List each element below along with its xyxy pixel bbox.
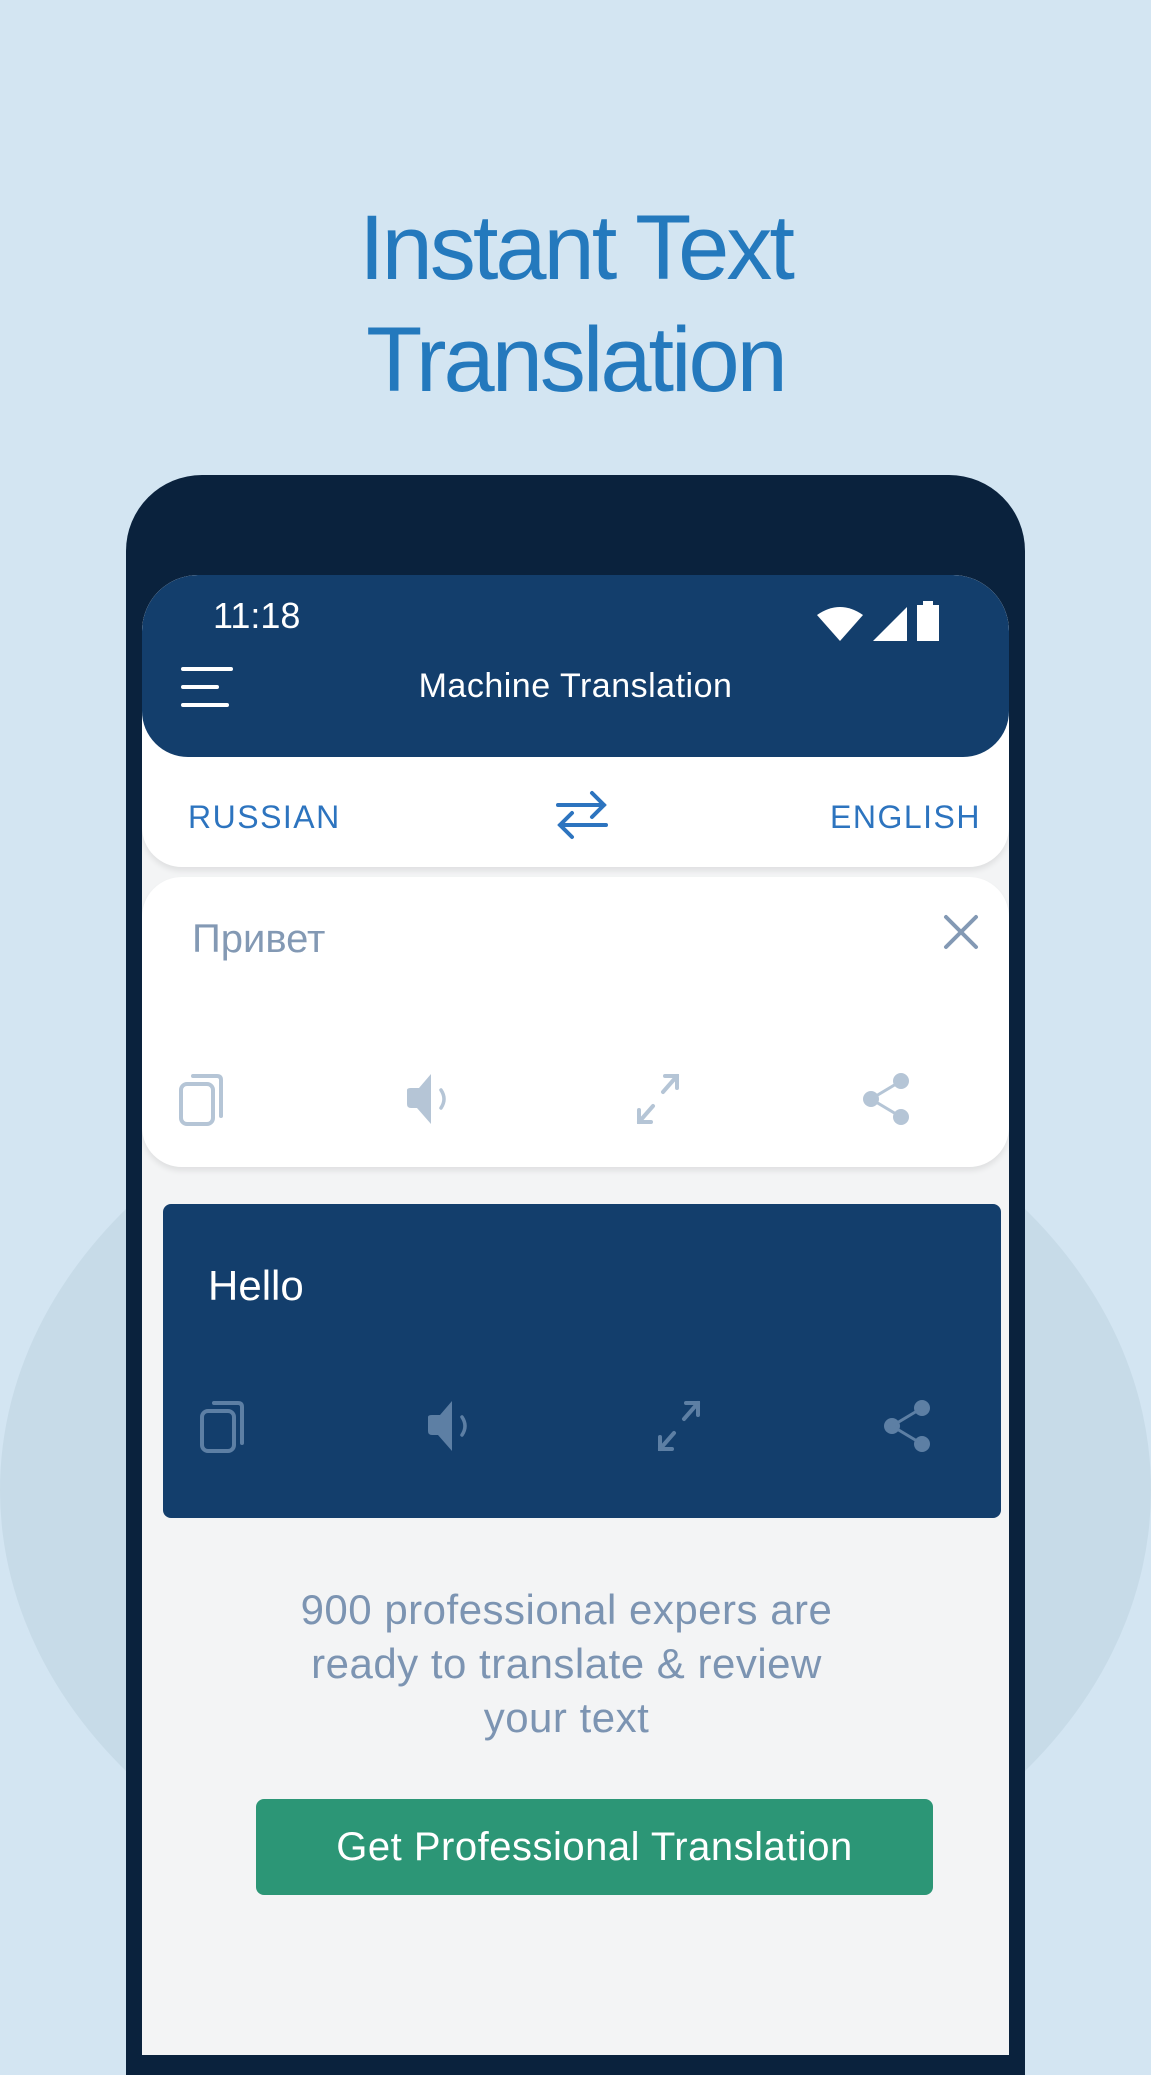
translation-output-card: Hello bbox=[163, 1204, 1001, 1518]
copy-icon bbox=[200, 1401, 244, 1453]
marketing-headline: Instant Text Translation bbox=[0, 192, 1151, 416]
headline-line-1: Instant Text bbox=[359, 196, 795, 299]
swap-arrows-icon bbox=[556, 791, 608, 839]
battery-icon bbox=[917, 601, 939, 641]
expand-output-button[interactable] bbox=[649, 1396, 709, 1456]
phone-screen: 11:18 Machine Translation RUSSIAN ENGLIS… bbox=[142, 575, 1009, 2055]
close-icon bbox=[944, 915, 978, 949]
status-time: 11:18 bbox=[213, 595, 301, 636]
expand-icon bbox=[637, 1074, 679, 1124]
output-actions bbox=[163, 1396, 1001, 1456]
speaker-icon bbox=[407, 1074, 446, 1124]
get-professional-translation-button[interactable]: Get Professional Translation bbox=[256, 1799, 933, 1895]
source-text-input[interactable]: Привет bbox=[192, 917, 325, 962]
app-bar: 11:18 Machine Translation bbox=[142, 575, 1009, 757]
promo-line-3: your text bbox=[483, 1694, 650, 1741]
clear-input-button[interactable] bbox=[941, 912, 981, 952]
signal-icon bbox=[873, 607, 907, 641]
promo-line-2: ready to translate & review bbox=[311, 1640, 822, 1687]
wifi-icon bbox=[817, 607, 863, 641]
translated-text: Hello bbox=[208, 1262, 304, 1309]
expand-icon bbox=[658, 1401, 700, 1451]
speaker-icon bbox=[428, 1401, 467, 1451]
status-icons bbox=[817, 601, 939, 641]
share-icon bbox=[863, 1073, 909, 1125]
share-source-button[interactable] bbox=[856, 1069, 916, 1129]
copy-output-button[interactable] bbox=[193, 1396, 253, 1456]
source-language-button[interactable]: RUSSIAN bbox=[188, 799, 341, 836]
promo-line-1: 900 professional expers are bbox=[300, 1586, 833, 1633]
target-language-button[interactable]: ENGLISH bbox=[830, 799, 981, 836]
source-actions bbox=[142, 1069, 1009, 1129]
swap-languages-button[interactable] bbox=[554, 789, 610, 841]
copy-icon bbox=[179, 1074, 223, 1126]
share-icon bbox=[884, 1400, 930, 1452]
headline-line-2: Translation bbox=[366, 308, 788, 411]
app-title: Machine Translation bbox=[418, 667, 733, 705]
speak-output-button[interactable] bbox=[421, 1396, 481, 1456]
copy-source-button[interactable] bbox=[172, 1069, 232, 1129]
source-text-card: Привет bbox=[142, 877, 1009, 1167]
promo-message: 900 professional expers are ready to tra… bbox=[142, 1583, 991, 1745]
speak-source-button[interactable] bbox=[400, 1069, 460, 1129]
share-output-button[interactable] bbox=[877, 1396, 937, 1456]
expand-source-button[interactable] bbox=[628, 1069, 688, 1129]
